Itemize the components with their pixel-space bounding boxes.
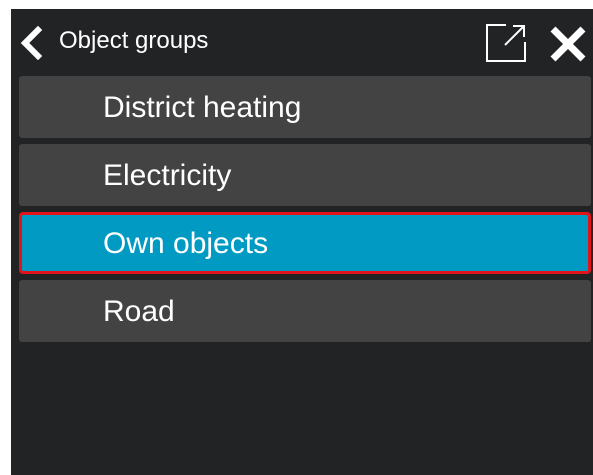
list-item-electricity[interactable]: Electricity [19, 144, 591, 206]
open-in-new-window-icon[interactable] [484, 22, 528, 64]
list-item-label: Own objects [103, 227, 269, 260]
list-item-label: Electricity [103, 159, 232, 192]
list-item-district-heating[interactable]: District heating [19, 76, 591, 138]
panel-header: Object groups [11, 9, 593, 75]
object-group-list: District heating Electricity Own objects… [19, 76, 591, 348]
list-item-label: Road [103, 295, 175, 328]
page-title: Object groups [59, 27, 209, 54]
list-item-road[interactable]: Road [19, 280, 591, 342]
close-icon[interactable] [548, 24, 588, 64]
object-groups-panel: Object groups District heating Electrici… [11, 9, 593, 475]
list-item-own-objects[interactable]: Own objects [19, 212, 591, 274]
chevron-left-icon[interactable] [17, 26, 45, 60]
list-item-label: District heating [103, 91, 302, 124]
